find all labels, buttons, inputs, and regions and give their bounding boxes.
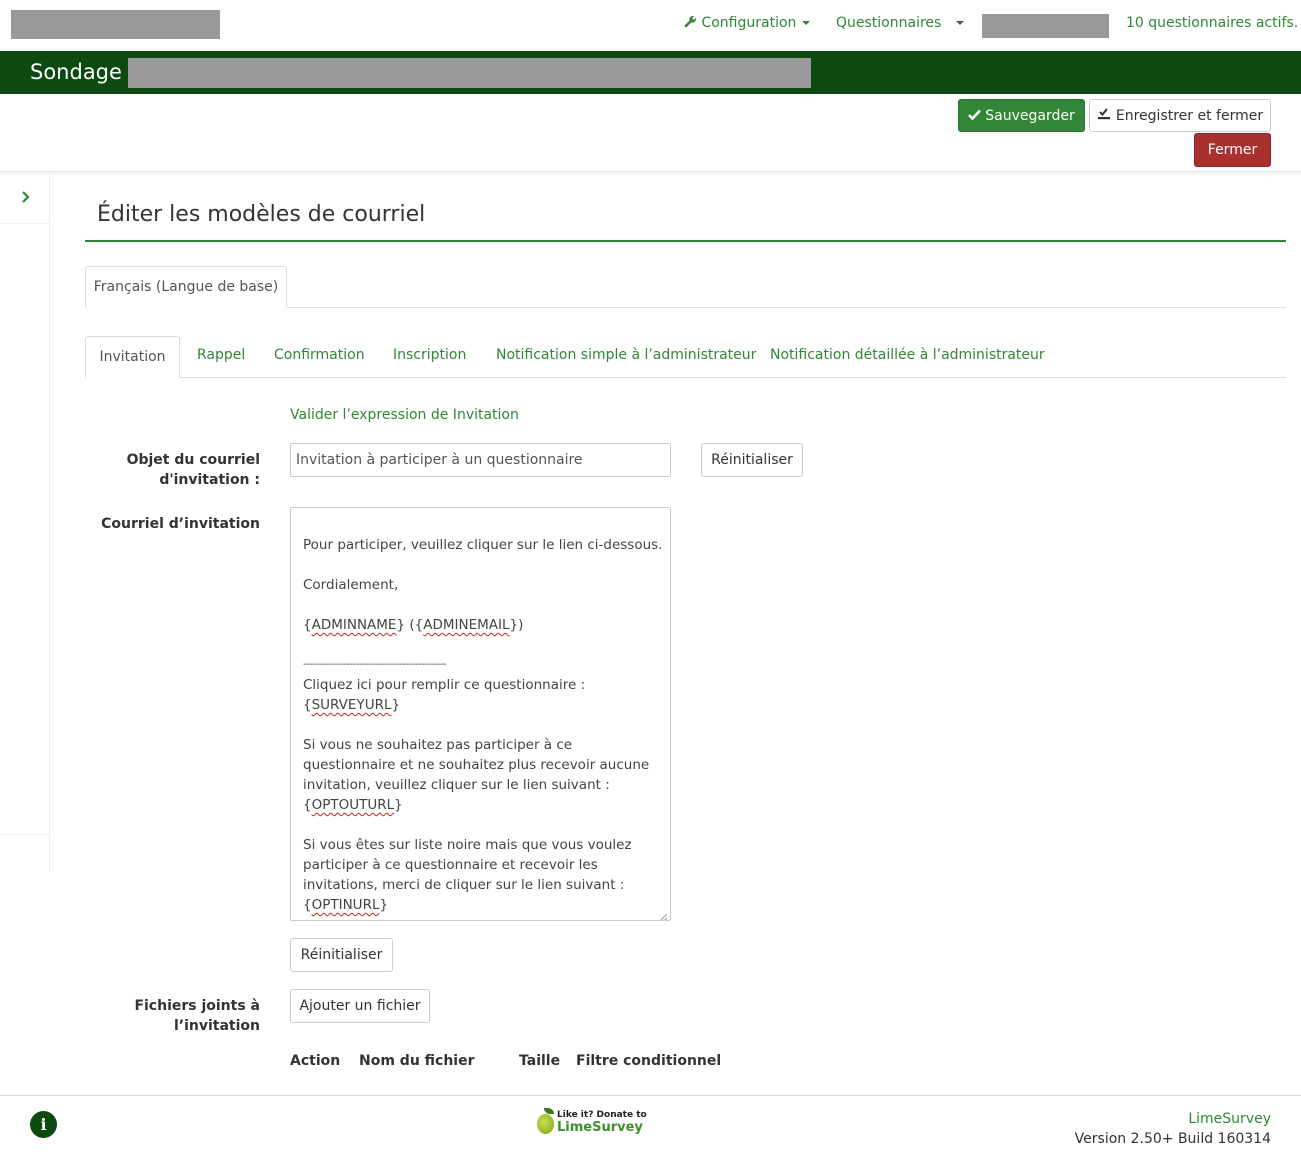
user-name-redacted[interactable] <box>982 14 1109 38</box>
configuration-menu[interactable]: Configuration <box>684 15 811 31</box>
reset-subject-label: Réinitialiser <box>711 452 793 468</box>
tab-confirmation[interactable]: Confirmation <box>274 347 365 363</box>
column-header-condition: Filtre conditionnel <box>576 1053 722 1069</box>
tab-admin-notification-simple-label: Notification simple à l’administrateur <box>496 347 757 363</box>
save-label: Sauvegarder <box>985 107 1075 124</box>
donate-small-text: Like it? Donate to <box>557 1110 647 1120</box>
column-header-filename: Nom du fichier <box>359 1053 475 1069</box>
attachments-label-line1: Fichiers joints à <box>134 998 260 1014</box>
lime-icon <box>537 1114 554 1134</box>
action-bar: Sauvegarder Enregistrer et fermer Fermer <box>0 94 1301 172</box>
chevron-down-icon <box>956 21 964 25</box>
body-label-text: Courriel d’invitation <box>101 516 260 532</box>
email-body-textarea[interactable]: Pour participer, veuillez cliquer sur le… <box>290 507 671 921</box>
top-navbar: Configuration Questionnaires 10 question… <box>0 0 1301 51</box>
body-line: Si vous ne souhaitez pas participer à ce <box>303 737 573 753</box>
check-icon <box>968 108 982 124</box>
side-menu <box>0 172 50 872</box>
subject-input[interactable]: Invitation à participer à un questionnai… <box>290 443 671 477</box>
body-line: invitations, merci de cliquer sur le lie… <box>303 877 625 893</box>
subject-label: Objet du courriel d'invitation : <box>100 450 260 490</box>
body-line: Cordialement, <box>303 577 399 593</box>
tab-registration[interactable]: Inscription <box>393 347 466 363</box>
body-line-optouturl: {OPTOUTURL} <box>303 797 403 813</box>
body-line-surveyurl: {SURVEYURL} <box>303 697 401 713</box>
add-file-label: Ajouter un fichier <box>299 998 421 1014</box>
survey-title-bar: Sondage : <box>0 51 1301 94</box>
save-close-label: Enregistrer et fermer <box>1115 107 1264 124</box>
survey-title-prefix: Sondage : <box>30 60 136 84</box>
tab-confirmation-label: Confirmation <box>274 347 365 363</box>
active-surveys-link[interactable]: 10 questionnaires actifs. <box>1126 15 1298 31</box>
page-title: Éditer les modèles de courriel <box>97 202 426 227</box>
surveys-dropdown-toggle[interactable] <box>950 15 964 31</box>
reset-body-button[interactable]: Réinitialiser <box>290 938 393 972</box>
body-line: participer à ce questionnaire et recevoi… <box>303 857 598 873</box>
subject-label-line1: Objet du courriel <box>126 452 260 468</box>
wrench-icon <box>684 15 701 31</box>
save-close-icon <box>1097 107 1111 124</box>
add-file-button[interactable]: Ajouter un fichier <box>290 989 430 1023</box>
site-name-redacted <box>11 10 220 39</box>
body-line-admin: {ADMINNAME} ({ADMINEMAIL}) <box>303 617 524 633</box>
chevron-down-icon <box>802 21 811 25</box>
tab-admin-notification-detailed-label: Notification détaillée à l’administrateu… <box>770 347 1045 363</box>
tab-language-label: Français (Langue de base) <box>93 279 279 295</box>
body-line: Cliquez ici pour remplir ce questionnair… <box>303 677 586 693</box>
subject-label-line2: d'invitation : <box>159 472 260 488</box>
attachments-label: Fichiers joints à l’invitation <box>100 996 260 1036</box>
title-divider <box>85 240 1286 242</box>
body-line: questionnaire et ne souhaitez plus recev… <box>303 757 650 773</box>
survey-title-redacted <box>128 58 811 88</box>
reset-body-label: Réinitialiser <box>300 947 383 963</box>
info-icon[interactable]: i <box>30 1111 57 1138</box>
tab-admin-notification-detailed[interactable]: Notification détaillée à l’administrateu… <box>770 347 1045 363</box>
footer-version: Version 2.50+ Build 160314 <box>1075 1131 1271 1147</box>
chevron-right-icon <box>21 188 30 207</box>
tab-reminder-label: Rappel <box>197 347 246 363</box>
validate-expression-link[interactable]: Valider l’expression de Invitation <box>290 407 519 423</box>
column-header-action: Action <box>290 1053 341 1069</box>
column-header-size: Taille <box>519 1053 561 1069</box>
donate-logo[interactable]: Like it? Donate to LimeSurvey <box>535 1108 647 1138</box>
donate-brand-text: LimeSurvey <box>557 1120 643 1135</box>
footer-version-label: Version 2.50+ Build 160314 <box>1074 1131 1271 1147</box>
surveys-menu-link[interactable]: Questionnaires <box>836 15 941 31</box>
surveys-label: Questionnaires <box>836 15 942 31</box>
footer-brand-label: LimeSurvey <box>1188 1111 1271 1127</box>
tab-invitation[interactable]: Invitation <box>85 336 180 378</box>
active-surveys-label: 10 questionnaires actifs. <box>1126 15 1299 31</box>
tab-reminder[interactable]: Rappel <box>197 347 245 363</box>
body-line-optinurl: {OPTINURL} <box>303 897 389 913</box>
close-button[interactable]: Fermer <box>1194 133 1271 167</box>
close-label: Fermer <box>1207 142 1258 158</box>
save-and-close-button[interactable]: Enregistrer et fermer <box>1089 99 1271 132</box>
tab-admin-notification-simple[interactable]: Notification simple à l’administrateur <box>496 347 756 363</box>
tab-registration-label: Inscription <box>393 347 467 363</box>
email-tabs-baseline <box>85 377 1286 378</box>
configuration-label: Configuration <box>701 15 797 31</box>
resize-handle-icon[interactable] <box>658 908 668 920</box>
footer: i Like it? Donate to LimeSurvey LimeSurv… <box>0 1095 1301 1155</box>
side-menu-toggle[interactable] <box>0 172 50 224</box>
tab-invitation-label: Invitation <box>99 349 166 365</box>
side-menu-divider <box>0 834 50 835</box>
body-line-separator: ----------------------------------------… <box>303 659 447 670</box>
attachments-label-line2: l’invitation <box>173 1018 260 1034</box>
validate-expression-label: Valider l’expression de Invitation <box>290 407 519 423</box>
body-line: Si vous êtes sur liste noire mais que vo… <box>303 837 632 853</box>
body-line: Pour participer, veuillez cliquer sur le… <box>303 537 663 553</box>
subject-input-value: Invitation à participer à un questionnai… <box>296 452 583 468</box>
body-label: Courriel d’invitation <box>80 514 260 534</box>
reset-subject-button[interactable]: Réinitialiser <box>701 443 803 477</box>
tab-language-fr[interactable]: Français (Langue de base) <box>85 266 287 308</box>
email-body-content: Pour participer, veuillez cliquer sur le… <box>303 535 663 915</box>
save-button[interactable]: Sauvegarder <box>958 99 1085 132</box>
body-line: invitation, veuillez cliquer sur le lien… <box>303 777 610 793</box>
footer-brand-link[interactable]: LimeSurvey <box>1188 1111 1271 1127</box>
